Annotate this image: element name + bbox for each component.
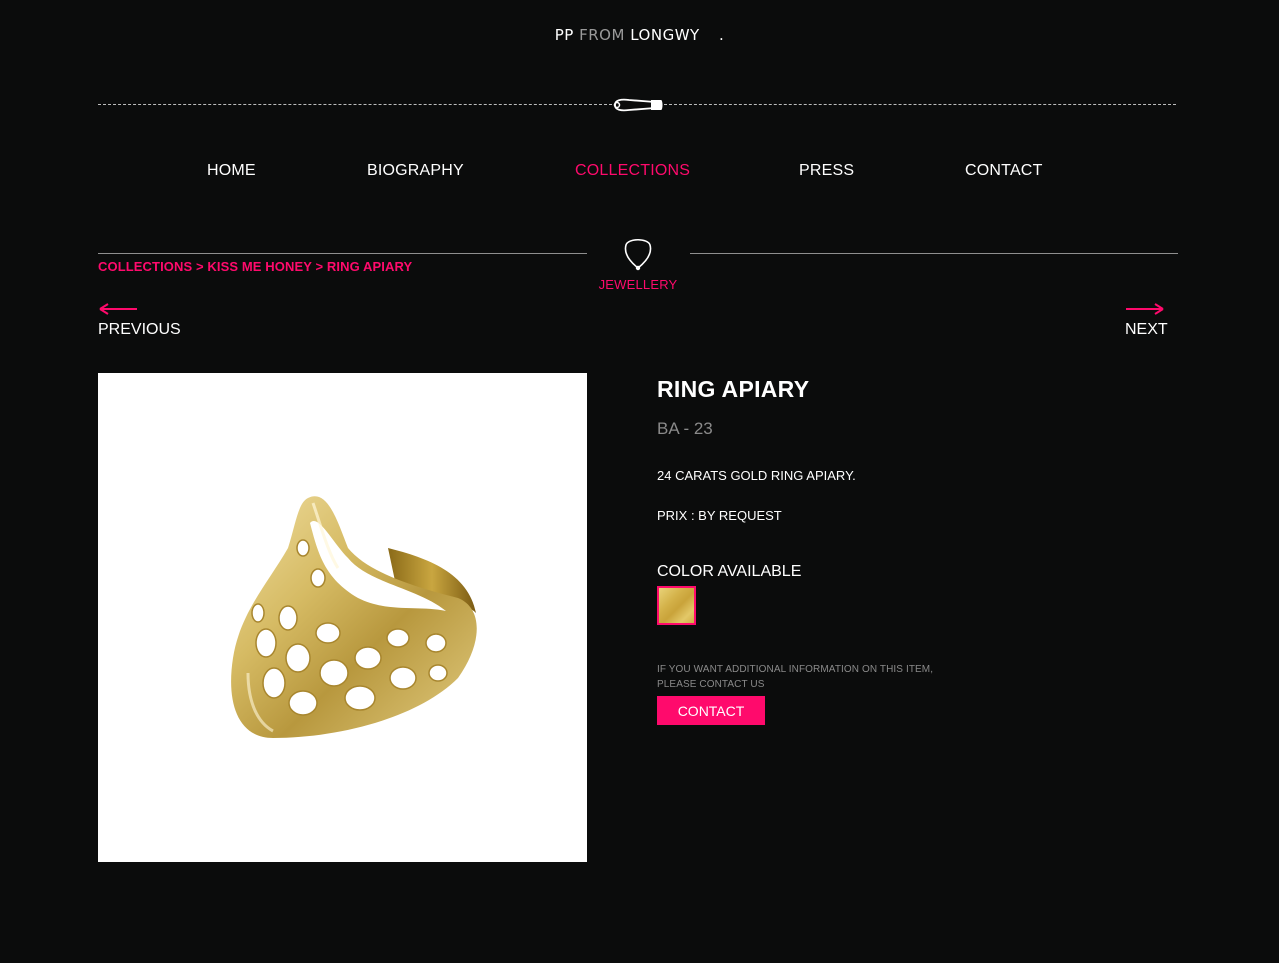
breadcrumb-collections[interactable]: COLLECTIONS (98, 259, 192, 274)
logo-pp: PP (554, 26, 574, 44)
header-divider-left (98, 104, 612, 105)
color-swatch-gold[interactable] (657, 586, 696, 625)
product-price: PRIX : BY REQUEST (657, 508, 782, 523)
breadcrumb: COLLECTIONS > KISS ME HONEY > RING APIAR… (98, 259, 412, 274)
logo-longwy: LONGWY (630, 26, 700, 44)
nav-press[interactable]: PRESS (799, 162, 854, 180)
nav-biography[interactable]: BIOGRAPHY (367, 162, 464, 180)
color-available-label: COLOR AVAILABLE (657, 563, 802, 580)
previous-label: PREVIOUS (98, 321, 181, 338)
arrow-right-icon (1126, 303, 1164, 315)
contact-button[interactable]: CONTACT (657, 696, 765, 725)
product-description: 24 CARATS GOLD RING APIARY. (657, 468, 856, 483)
breadcrumb-separator: > (195, 259, 204, 274)
product-image[interactable] (98, 373, 587, 862)
breadcrumb-separator: > (315, 259, 324, 274)
product-title: RING APIARY (657, 376, 810, 402)
contact-note-line-2: PLEASE CONTACT US (657, 679, 765, 690)
product-reference: BA - 23 (657, 419, 713, 438)
contact-note-line-1: IF YOU WANT ADDITIONAL INFORMATION ON TH… (657, 664, 934, 675)
section-divider-right (690, 253, 1178, 254)
site-logo[interactable]: PP FROM LONGWY . (0, 26, 1279, 44)
nav-home[interactable]: HOME (207, 162, 256, 180)
contact-note: IF YOU WANT ADDITIONAL INFORMATION ON TH… (657, 662, 933, 692)
logo-from: FROM (579, 26, 625, 44)
next-link[interactable]: NEXT (1125, 302, 1168, 339)
arrow-left-icon (99, 303, 137, 315)
breadcrumb-ring-apiary[interactable]: RING APIARY (327, 259, 412, 274)
page: PP FROM LONGWY . HOME BIOGRAPHY COLLECTI… (0, 0, 1279, 963)
ring-image (231, 496, 477, 738)
logo-dot: . (718, 26, 725, 44)
section-label: JEWELLERY (598, 277, 678, 292)
next-label: NEXT (1125, 321, 1168, 338)
pendant-icon (624, 238, 652, 271)
nav-contact[interactable]: CONTACT (965, 162, 1043, 180)
section-divider-left (98, 253, 587, 254)
breadcrumb-kiss-me-honey[interactable]: KISS ME HONEY (207, 259, 311, 274)
safety-pin-icon (613, 98, 663, 112)
previous-link[interactable]: PREVIOUS (98, 302, 181, 339)
header-divider-right (664, 104, 1176, 105)
nav-collections[interactable]: COLLECTIONS (575, 162, 690, 180)
